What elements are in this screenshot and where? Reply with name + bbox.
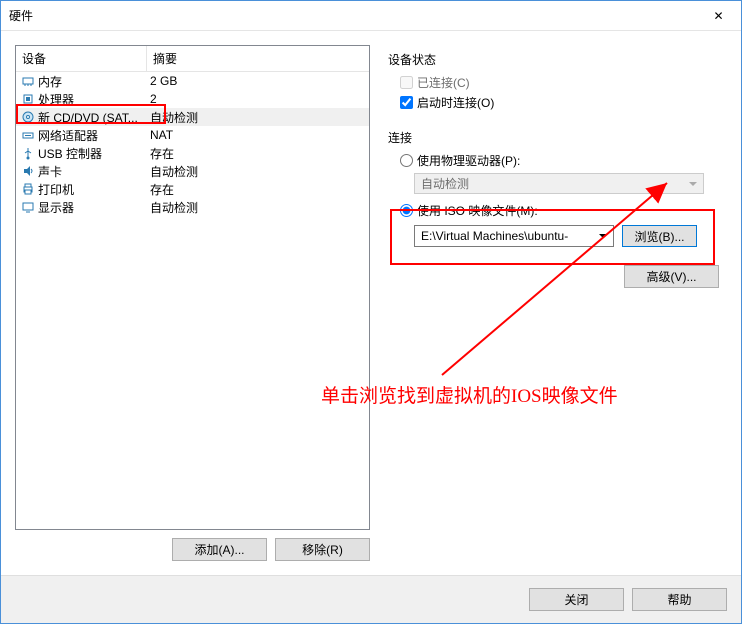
device-summary: 2 GB xyxy=(144,74,365,88)
device-row-cpu[interactable]: 处理器 2 xyxy=(16,90,369,108)
device-status-label: 设备状态 xyxy=(388,51,727,68)
advanced-button[interactable]: 高级(V)... xyxy=(624,265,719,288)
device-list-buttons: 添加(A)... 移除(R) xyxy=(15,538,370,561)
device-summary: 存在 xyxy=(144,181,365,198)
device-name: 声卡 xyxy=(38,163,62,180)
connect-on-poweron-checkbox[interactable] xyxy=(400,96,413,109)
use-iso-row[interactable]: 使用 ISO 映像文件(M): xyxy=(400,202,727,219)
device-row-printer[interactable]: 打印机 存在 xyxy=(16,180,369,198)
connected-checkbox xyxy=(400,76,413,89)
right-panel: 设备状态 已连接(C) 启动时连接(O) 连接 使用物理驱动器(P): 自动检测 xyxy=(382,45,727,561)
dialog-content: 设备 摘要 内存 2 GB xyxy=(1,31,741,575)
connection-group: 连接 使用物理驱动器(P): 自动检测 使用 ISO 映像文件(M): E:\V… xyxy=(388,129,727,247)
use-physical-label: 使用物理驱动器(P): xyxy=(417,152,520,169)
device-name: USB 控制器 xyxy=(38,145,102,162)
physical-drive-value: 自动检测 xyxy=(421,175,469,192)
dialog-bottom-bar: 关闭 帮助 xyxy=(1,575,741,623)
iso-path-combo[interactable]: E:\Virtual Machines\ubuntu- xyxy=(414,225,614,247)
device-summary: 存在 xyxy=(144,145,365,162)
device-summary: 自动检测 xyxy=(144,163,365,180)
device-row-usb[interactable]: USB 控制器 存在 xyxy=(16,144,369,162)
device-name: 显示器 xyxy=(38,199,74,216)
dialog-help-button[interactable]: 帮助 xyxy=(632,588,727,611)
connect-on-poweron-row[interactable]: 启动时连接(O) xyxy=(400,94,727,111)
printer-icon xyxy=(20,181,36,197)
close-icon: ✕ xyxy=(713,9,723,23)
connection-label: 连接 xyxy=(388,129,727,146)
advanced-row: 高级(V)... xyxy=(388,265,727,288)
display-icon xyxy=(20,199,36,215)
disc-icon xyxy=(20,109,36,125)
device-row-display[interactable]: 显示器 自动检测 xyxy=(16,198,369,216)
device-list-header: 设备 摘要 xyxy=(16,46,369,72)
device-name: 新 CD/DVD (SAT... xyxy=(38,109,138,126)
usb-icon xyxy=(20,145,36,161)
hardware-dialog: 硬件 ✕ 设备 摘要 内存 xyxy=(0,0,742,624)
device-name: 处理器 xyxy=(38,91,74,108)
device-row-cddvd[interactable]: 新 CD/DVD (SAT... 自动检测 xyxy=(16,108,369,126)
memory-icon xyxy=(20,73,36,89)
connect-on-poweron-label: 启动时连接(O) xyxy=(417,94,494,111)
device-row-memory[interactable]: 内存 2 GB xyxy=(16,72,369,90)
use-physical-radio[interactable] xyxy=(400,154,413,167)
device-summary: 自动检测 xyxy=(144,199,365,216)
device-row-sound[interactable]: 声卡 自动检测 xyxy=(16,162,369,180)
header-summary: 摘要 xyxy=(146,46,369,71)
device-row-network[interactable]: 网络适配器 NAT xyxy=(16,126,369,144)
titlebar: 硬件 ✕ xyxy=(1,1,741,31)
physical-drive-combo: 自动检测 xyxy=(414,173,704,194)
sound-icon xyxy=(20,163,36,179)
use-physical-row[interactable]: 使用物理驱动器(P): xyxy=(400,152,727,169)
device-summary: NAT xyxy=(144,128,365,142)
remove-device-button[interactable]: 移除(R) xyxy=(275,538,370,561)
device-list: 设备 摘要 内存 2 GB xyxy=(15,45,370,530)
device-name: 打印机 xyxy=(38,181,74,198)
header-device: 设备 xyxy=(16,46,146,71)
cpu-icon xyxy=(20,91,36,107)
use-iso-radio[interactable] xyxy=(400,204,413,217)
left-panel: 设备 摘要 内存 2 GB xyxy=(15,45,370,561)
window-title: 硬件 xyxy=(9,7,696,24)
iso-row: E:\Virtual Machines\ubuntu- 浏览(B)... xyxy=(414,225,727,247)
connected-checkbox-row: 已连接(C) xyxy=(400,74,727,91)
browse-button[interactable]: 浏览(B)... xyxy=(622,225,697,247)
annotation-text: 单击浏览找到虚拟机的IOS映像文件 xyxy=(321,381,618,408)
use-iso-label: 使用 ISO 映像文件(M): xyxy=(417,202,538,219)
device-summary: 2 xyxy=(144,92,365,106)
device-name: 网络适配器 xyxy=(38,127,98,144)
device-name: 内存 xyxy=(38,73,62,90)
connected-label: 已连接(C) xyxy=(417,74,470,91)
close-button[interactable]: ✕ xyxy=(696,1,741,30)
add-device-button[interactable]: 添加(A)... xyxy=(172,538,267,561)
iso-path-value: E:\Virtual Machines\ubuntu- xyxy=(421,229,568,243)
device-summary: 自动检测 xyxy=(144,109,365,126)
network-icon xyxy=(20,127,36,143)
dialog-close-button[interactable]: 关闭 xyxy=(529,588,624,611)
